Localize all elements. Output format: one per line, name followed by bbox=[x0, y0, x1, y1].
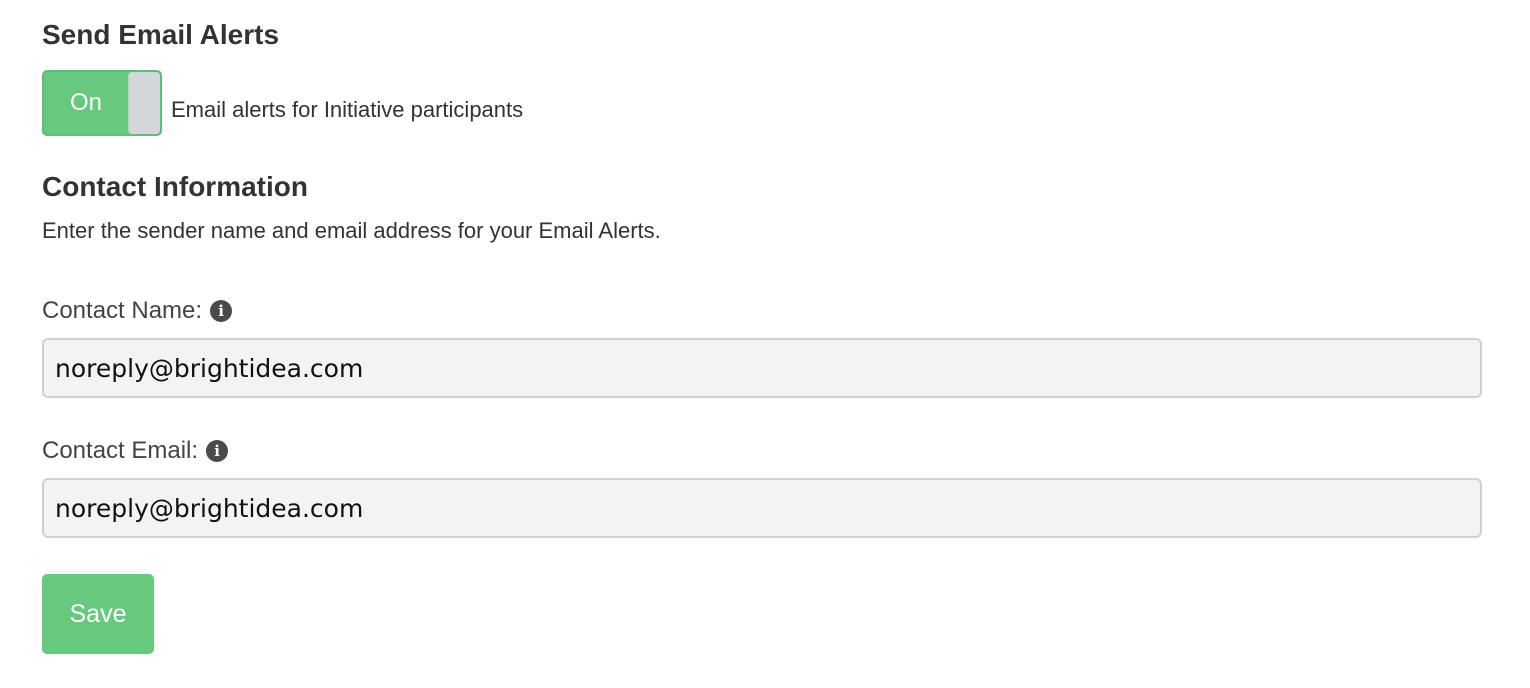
toggle-knob[interactable] bbox=[128, 72, 160, 134]
contact-name-input[interactable] bbox=[42, 338, 1482, 398]
contact-email-label: Contact Email: i bbox=[42, 437, 229, 464]
save-button[interactable]: Save bbox=[42, 574, 154, 654]
contact-description: Enter the sender name and email address … bbox=[42, 218, 661, 243]
toggle-caption: Email alerts for Initiative participants bbox=[171, 97, 524, 122]
contact-information-heading: Contact Information bbox=[42, 171, 308, 202]
email-alerts-toggle[interactable]: On bbox=[42, 70, 162, 136]
contact-email-input[interactable] bbox=[42, 478, 1482, 538]
info-icon[interactable]: i bbox=[206, 440, 229, 462]
info-icon[interactable]: i bbox=[210, 300, 233, 322]
contact-email-label-text: Contact Email: bbox=[42, 437, 199, 464]
contact-name-label: Contact Name: i bbox=[42, 297, 233, 324]
contact-name-label-text: Contact Name: bbox=[42, 297, 203, 324]
send-email-alerts-heading: Send Email Alerts bbox=[42, 19, 280, 50]
toggle-state-label: On bbox=[69, 89, 102, 116]
